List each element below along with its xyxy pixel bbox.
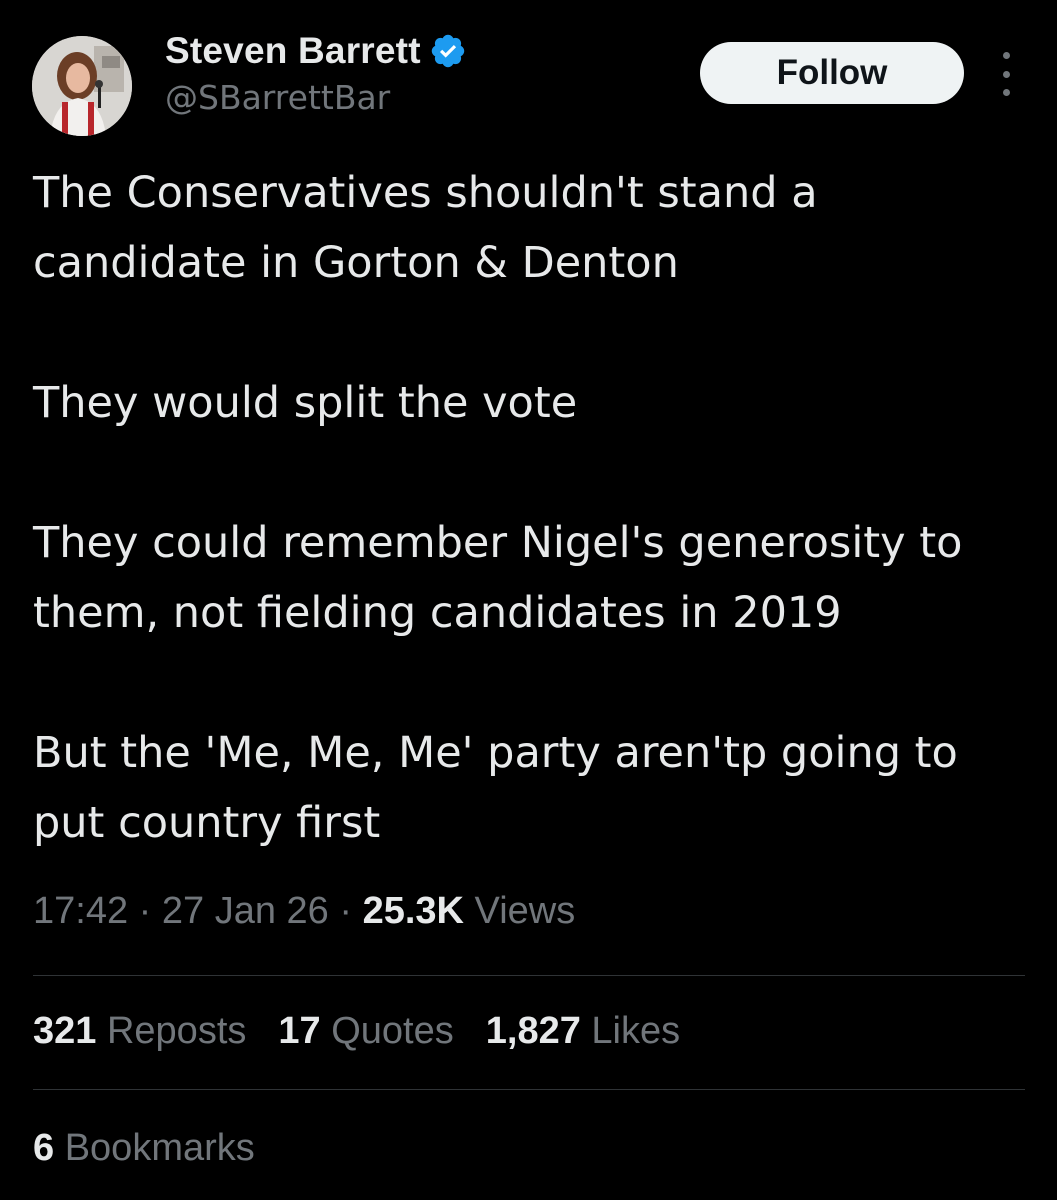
views-label: Views xyxy=(474,890,576,932)
quotes-label: Quotes xyxy=(331,1010,454,1052)
follow-button[interactable]: Follow xyxy=(700,42,964,104)
tweet-paragraph: They could remember Nigel's generosity t… xyxy=(33,518,963,638)
verified-badge-icon[interactable] xyxy=(429,32,467,70)
reposts-label: Reposts xyxy=(106,1010,247,1052)
quotes-count: 17 xyxy=(278,1010,321,1052)
divider xyxy=(33,1089,1025,1090)
tweet-paragraph: They would split the vote xyxy=(33,378,578,428)
bookmarks-label: Bookmarks xyxy=(64,1127,255,1169)
bookmarks-count: 6 xyxy=(33,1127,55,1169)
tweet-paragraph: But the 'Me, Me, Me' party aren'tp going… xyxy=(33,728,958,848)
tweet-detail: Steven Barrett @SBarrettBar Follow The C… xyxy=(0,0,1057,1200)
engagement-stats: 321 Reposts 17 Quotes 1,827 Likes xyxy=(33,1010,680,1053)
author-block: Steven Barrett @SBarrettBar xyxy=(165,28,467,117)
name-row: Steven Barrett xyxy=(165,28,467,74)
avatar[interactable] xyxy=(32,36,132,136)
more-vertical-icon[interactable] xyxy=(988,52,1024,96)
tweet-text: The Conservatives shouldn't stand a cand… xyxy=(33,158,1033,858)
views-count: 25.3K xyxy=(362,890,464,932)
likes-label: Likes xyxy=(591,1010,681,1052)
more-dot xyxy=(1002,52,1010,59)
tweet-time[interactable]: 17:42 xyxy=(33,890,128,932)
quotes-stat[interactable]: 17 Quotes xyxy=(278,1010,453,1053)
display-name[interactable]: Steven Barrett xyxy=(165,30,421,72)
tweet-meta: 17:42 · 27 Jan 26 · 25.3K Views xyxy=(33,890,575,933)
bookmarks-stat[interactable]: 6 Bookmarks xyxy=(33,1127,255,1170)
handle[interactable]: @SBarrettBar xyxy=(165,78,467,117)
reposts-stat[interactable]: 321 Reposts xyxy=(33,1010,246,1053)
more-dot xyxy=(1002,70,1010,78)
reposts-count: 321 xyxy=(33,1010,97,1052)
divider xyxy=(33,975,1025,976)
likes-stat[interactable]: 1,827 Likes xyxy=(486,1010,680,1053)
meta-separator: · xyxy=(339,890,353,932)
tweet-date[interactable]: 27 Jan 26 xyxy=(162,890,329,932)
tweet-paragraph: The Conservatives shouldn't stand a cand… xyxy=(33,168,818,288)
likes-count: 1,827 xyxy=(485,1010,581,1052)
more-dot xyxy=(1002,89,1010,96)
meta-separator: · xyxy=(138,890,152,932)
avatar-image xyxy=(32,36,132,136)
